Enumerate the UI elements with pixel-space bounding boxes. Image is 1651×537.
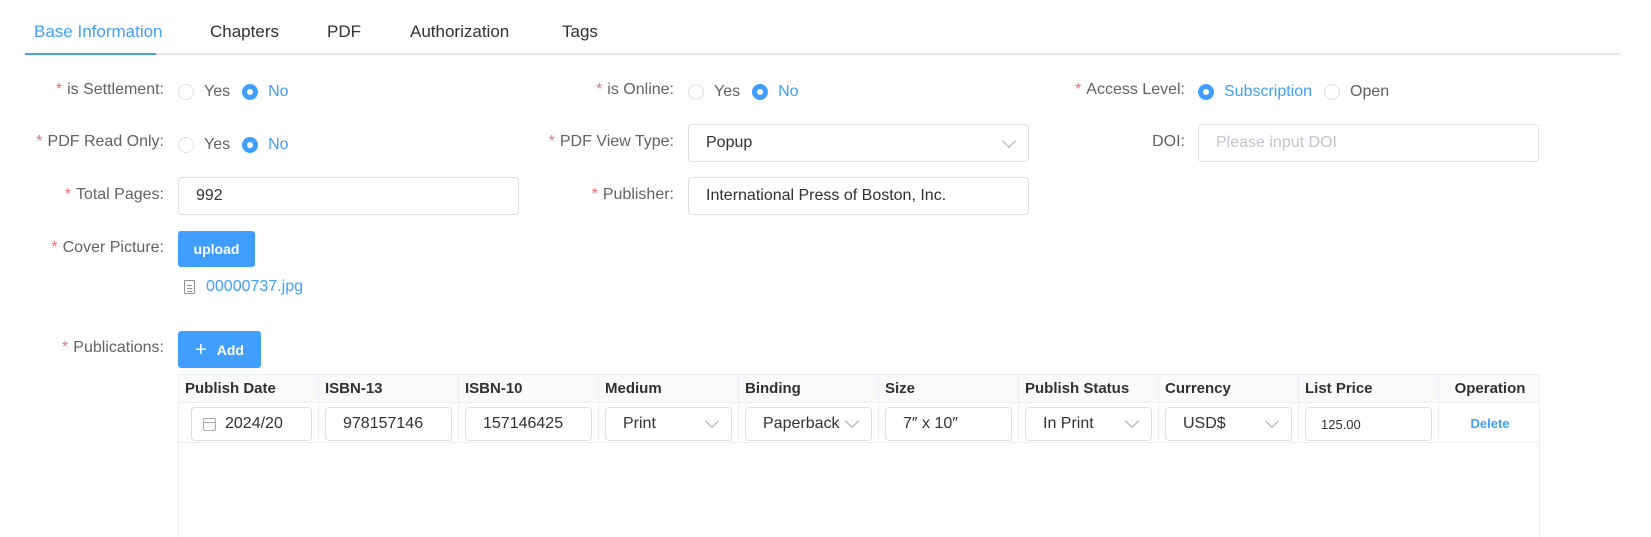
- tab-tags[interactable]: Tags: [562, 22, 598, 42]
- is-online-label: * is Online:: [596, 81, 674, 98]
- chevron-down-icon: [1264, 413, 1280, 429]
- publisher-label: * Publisher:: [591, 186, 674, 203]
- chevron-down-icon: [1124, 413, 1140, 429]
- isbn13-input[interactable]: 978157146: [325, 407, 452, 441]
- chevron-down-icon: [704, 413, 720, 429]
- active-tab-indicator: [25, 53, 156, 55]
- pdf-read-only-radio-group: Yes No: [178, 133, 301, 157]
- doi-label: DOI:: [1152, 133, 1185, 150]
- upload-button[interactable]: upload: [178, 231, 255, 267]
- total-pages-input[interactable]: 992: [178, 177, 519, 215]
- list-price-input[interactable]: 125.00: [1305, 407, 1432, 441]
- tab-base-information[interactable]: Base Information: [34, 22, 163, 42]
- tab-bar: Base Information Chapters PDF Authorizat…: [25, 0, 1620, 55]
- is-online-yes-radio[interactable]: Yes: [688, 83, 740, 101]
- plus-icon: +: [195, 338, 207, 361]
- chevron-down-icon: [844, 413, 860, 429]
- tab-authorization[interactable]: Authorization: [410, 22, 509, 42]
- column-header: Medium: [599, 375, 739, 403]
- calendar-icon: [203, 417, 216, 431]
- table-header: Publish Date ISBN-13 ISBN-10 Medium Bind…: [179, 375, 1539, 403]
- is-settlement-no-radio[interactable]: No: [242, 83, 289, 101]
- cover-file-name: 00000737.jpg: [206, 278, 303, 295]
- column-header: Publish Status: [1019, 375, 1159, 403]
- is-online-no-radio[interactable]: No: [752, 83, 799, 101]
- binding-select[interactable]: Paperback: [745, 407, 872, 441]
- column-header: Operation: [1454, 380, 1526, 397]
- tab-pdf[interactable]: PDF: [327, 22, 361, 42]
- column-header: Binding: [739, 375, 879, 403]
- pdf-read-only-no-radio[interactable]: No: [242, 136, 289, 154]
- tab-chapters[interactable]: Chapters: [210, 22, 279, 42]
- is-online-radio-group: Yes No: [688, 80, 811, 104]
- cover-picture-label: * Cover Picture:: [51, 239, 164, 256]
- publications-label: * Publications:: [62, 339, 164, 356]
- document-icon: [184, 280, 195, 294]
- access-level-subscription-radio[interactable]: Subscription: [1198, 83, 1312, 101]
- publish-date-picker[interactable]: 2024/20: [191, 407, 312, 441]
- access-level-radio-group: Subscription Open: [1198, 80, 1401, 104]
- is-settlement-yes-radio[interactable]: Yes: [178, 83, 230, 101]
- publisher-input[interactable]: International Press of Boston, Inc.: [688, 177, 1029, 215]
- access-level-label: * Access Level:: [1075, 81, 1185, 98]
- medium-select[interactable]: Print: [605, 407, 732, 441]
- is-settlement-radio-group: Yes No: [178, 80, 301, 104]
- table-row: 2024/20 978157146 157146425 Print Paperb…: [179, 403, 1539, 443]
- isbn10-input[interactable]: 157146425: [465, 407, 592, 441]
- pdf-view-type-select[interactable]: Popup: [688, 124, 1029, 162]
- pdf-read-only-label: * PDF Read Only:: [36, 133, 164, 150]
- is-settlement-label: * is Settlement:: [55, 81, 164, 98]
- column-header: ISBN-13: [319, 375, 459, 403]
- chevron-down-icon: [1001, 133, 1017, 149]
- cover-file-link[interactable]: 00000737.jpg: [184, 278, 303, 296]
- size-input[interactable]: 7″ x 10″: [885, 407, 1012, 441]
- column-header: List Price: [1299, 375, 1439, 403]
- publications-table: Publish Date ISBN-13 ISBN-10 Medium Bind…: [178, 374, 1540, 537]
- delete-row-button[interactable]: Delete: [1439, 416, 1541, 431]
- access-level-open-radio[interactable]: Open: [1324, 83, 1389, 101]
- column-header: Size: [879, 375, 1019, 403]
- column-header: Currency: [1159, 375, 1299, 403]
- doi-input[interactable]: Please input DOI: [1198, 124, 1539, 162]
- currency-select[interactable]: USD$: [1165, 407, 1292, 441]
- add-publication-button[interactable]: + Add: [178, 331, 261, 368]
- pdf-read-only-yes-radio[interactable]: Yes: [178, 136, 230, 154]
- total-pages-label: * Total Pages:: [64, 186, 164, 203]
- pdf-view-type-label: * PDF View Type:: [548, 133, 674, 150]
- column-header: ISBN-10: [459, 375, 599, 403]
- publish-status-select[interactable]: In Print: [1025, 407, 1152, 441]
- column-header: Publish Date: [179, 375, 319, 403]
